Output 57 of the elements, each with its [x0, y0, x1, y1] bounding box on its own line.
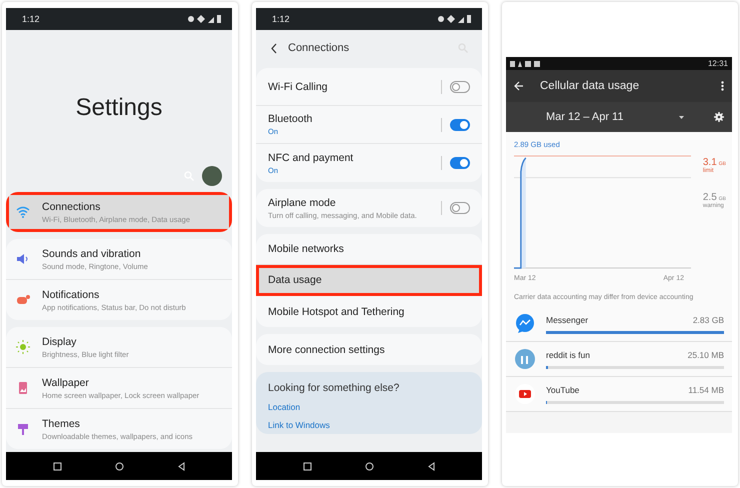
avatar[interactable] [202, 166, 222, 186]
suggestions-title: Looking for something else? [268, 382, 400, 394]
app-data-amount: 2.83 GB [692, 314, 724, 324]
item-title: Themes [42, 418, 81, 430]
status-time: 1:12 [272, 14, 290, 24]
item-title: Display [42, 336, 78, 348]
toggle-switch[interactable] [450, 157, 470, 169]
date-range-dropdown[interactable]: Mar 12 – Apr 11 [546, 111, 624, 123]
page-title: Cellular data usage [540, 80, 640, 92]
app-data-amount: 11.54 MB [688, 384, 724, 394]
item-title: Sounds and vibration [42, 248, 142, 260]
settings-item[interactable]: More connection settings [256, 334, 482, 365]
item-title: Airplane mode [268, 196, 337, 208]
more-options-icon[interactable] [721, 81, 724, 91]
settings-item[interactable]: Mobile Hotspot and Tethering [256, 296, 482, 327]
settings-icon[interactable] [714, 112, 724, 122]
app-name: YouTube [546, 384, 580, 394]
recent-apps-icon[interactable] [302, 462, 312, 470]
status-icons-drawing [438, 15, 472, 23]
status-time: 1:12 [22, 14, 40, 24]
back-icon[interactable] [426, 462, 436, 470]
toggle-switch[interactable] [450, 118, 470, 130]
chat-bubble-icon [514, 313, 536, 335]
item-title: Wallpaper [42, 376, 90, 388]
app-name: Messenger [546, 314, 588, 324]
toggle-switch[interactable] [450, 80, 470, 92]
status-time: 12:31 [708, 59, 728, 68]
notification-icon [16, 293, 30, 307]
item-title: Connections [42, 200, 102, 212]
app-usage-row[interactable]: Messenger 2.83 GB [506, 307, 732, 342]
app-name: reddit is fun [546, 350, 590, 360]
app-data-amount: 25.10 MB [688, 350, 724, 360]
suggestion-link[interactable]: Location [268, 402, 300, 412]
page-title: Connections [288, 42, 350, 54]
round-app-icon [514, 348, 536, 370]
speaker-icon [16, 252, 30, 266]
paintbrush-icon [16, 422, 30, 436]
suggestion-link[interactable]: Link to Windows [268, 420, 330, 430]
dropdown-caret-icon[interactable] [679, 116, 684, 118]
settings-item[interactable]: Wi-Fi Calling [256, 68, 482, 106]
toggle-switch[interactable] [450, 202, 470, 214]
recent-apps-icon[interactable] [52, 462, 62, 470]
settings-item[interactable]: Data usage [256, 265, 482, 296]
back-icon[interactable] [176, 462, 186, 470]
wallpaper-icon [16, 381, 30, 395]
page-title: Settings [76, 93, 162, 123]
item-title: Wi-Fi Calling [268, 80, 329, 92]
item-title: NFC and payment [268, 152, 354, 164]
home-icon[interactable] [364, 462, 374, 470]
brightness-icon [16, 340, 30, 354]
item-title: Bluetooth [268, 113, 314, 125]
app-usage-row[interactable]: reddit is fun 25.10 MB [506, 342, 732, 377]
status-icons-drawing [188, 15, 222, 23]
app-usage-row[interactable]: YouTube 11.54 MB [506, 377, 732, 412]
wifi-icon [16, 205, 30, 219]
item-title: Notifications [42, 288, 100, 300]
home-icon[interactable] [114, 462, 124, 470]
